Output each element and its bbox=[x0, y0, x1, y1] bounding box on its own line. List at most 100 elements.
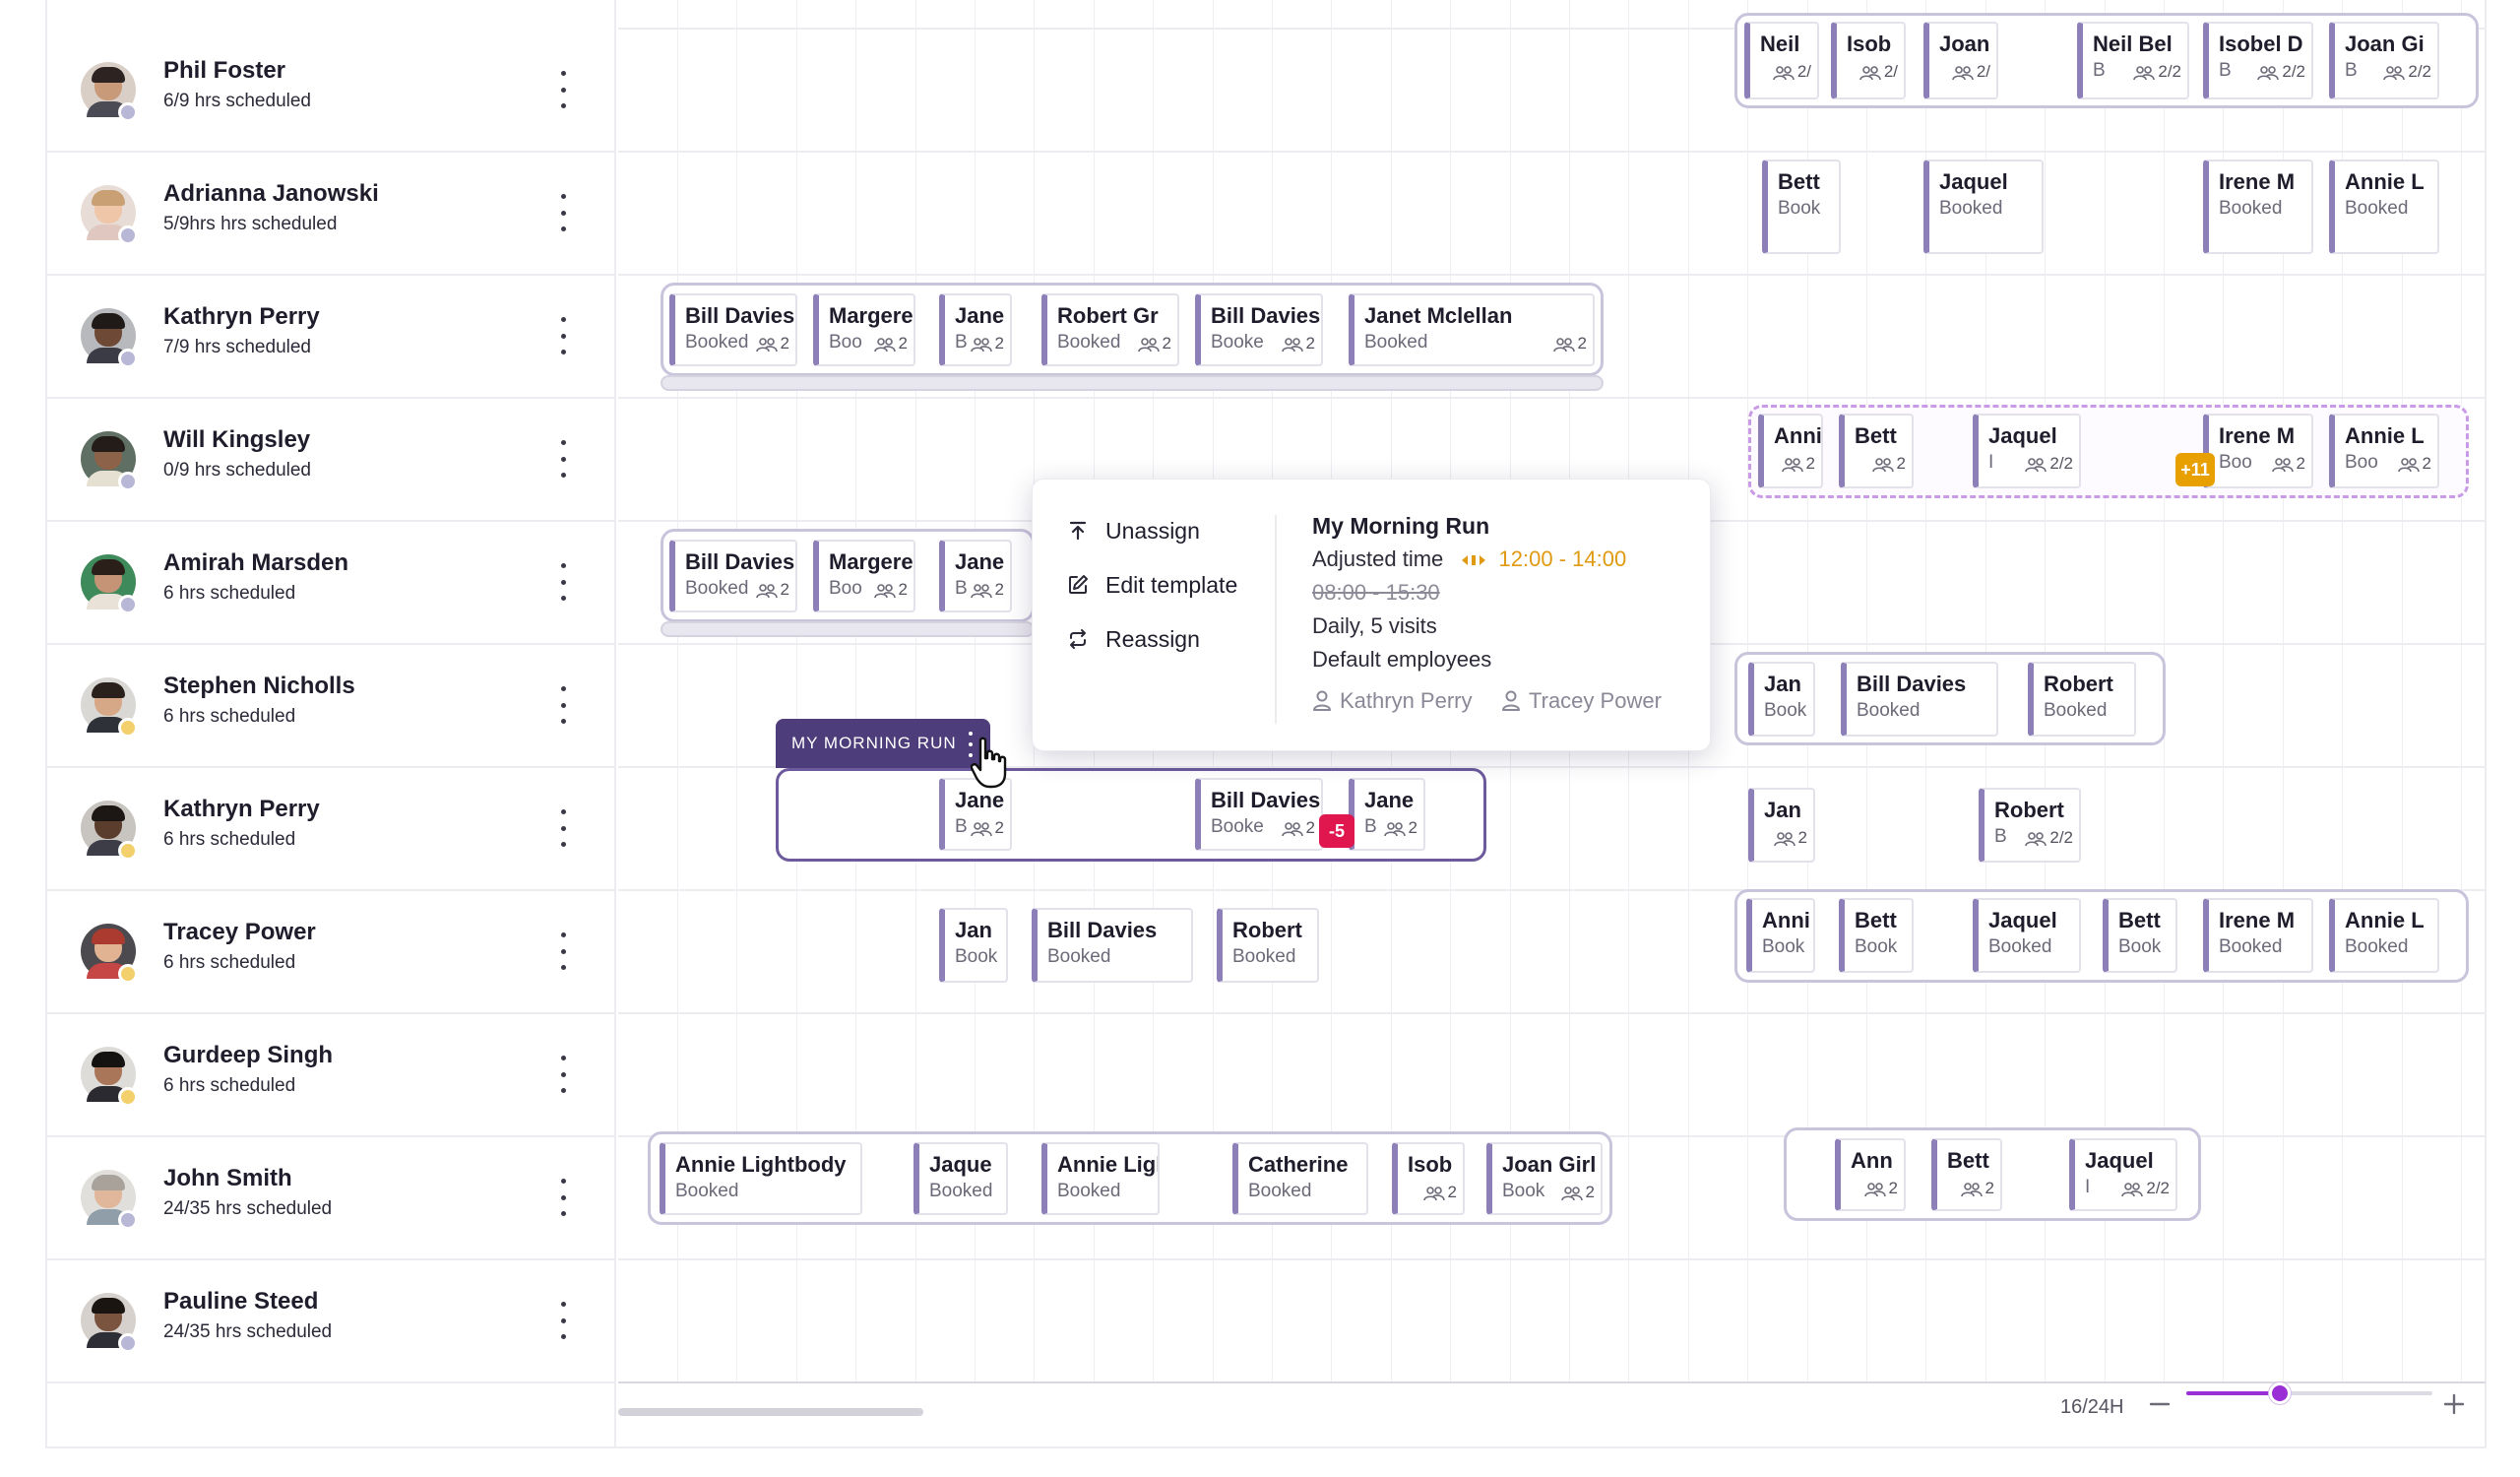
visit-card[interactable]: Bett Book bbox=[1762, 160, 1841, 254]
visit-card[interactable]: Robert Booked bbox=[2028, 662, 2136, 737]
visit-card[interactable]: Jane B 2 bbox=[939, 293, 1012, 366]
visit-card[interactable]: Isob 2/ bbox=[1831, 22, 1906, 99]
frequency: Daily, 5 visits bbox=[1312, 613, 1437, 638]
employee-row[interactable]: John Smith 24/35 hrs scheduled bbox=[45, 1137, 616, 1260]
employee-row[interactable]: Pauline Steed 24/35 hrs scheduled bbox=[45, 1260, 616, 1383]
visit-card[interactable]: Robert Booked bbox=[1217, 908, 1319, 983]
people-icon bbox=[2257, 65, 2280, 80]
unassign-button[interactable]: Unassign bbox=[1066, 513, 1200, 548]
employee-menu-button[interactable] bbox=[553, 1298, 573, 1343]
visit-card[interactable]: Jane B 2 bbox=[1349, 778, 1425, 851]
visit-card[interactable]: Anni Book bbox=[1746, 898, 1815, 973]
visit-card[interactable]: Isobel D B 2/2 bbox=[2203, 22, 2313, 99]
employee-row[interactable]: Gurdeep Singh 6 hrs scheduled bbox=[45, 1014, 616, 1137]
visit-card[interactable]: Annie Ligh Booked bbox=[1041, 1142, 1160, 1215]
people-icon bbox=[1773, 831, 1796, 846]
default-employee[interactable]: Tracey Power bbox=[1501, 688, 1662, 714]
visit-card[interactable]: Jaque Booked bbox=[914, 1142, 1008, 1215]
employee-row[interactable]: Stephen Nicholls 6 hrs scheduled bbox=[45, 645, 616, 768]
visit-card[interactable]: Catherine Booked bbox=[1232, 1142, 1368, 1215]
visit-card[interactable]: Bill Davies Booked bbox=[1841, 662, 1998, 737]
visit-card[interactable]: Joan 2/ bbox=[1923, 22, 1998, 99]
visit-card[interactable]: Annie Lightbody Booked bbox=[660, 1142, 862, 1215]
employee-row[interactable]: Kathryn Perry 7/9 hrs scheduled bbox=[45, 276, 616, 399]
employee-row[interactable]: Will Kingsley 0/9 hrs scheduled bbox=[45, 399, 616, 522]
employee-menu-button[interactable] bbox=[553, 805, 573, 851]
visit-card[interactable]: Annie L Booked bbox=[2329, 160, 2439, 254]
visit-card[interactable]: Irene M Boo 2 bbox=[2203, 414, 2313, 488]
visit-card[interactable]: Jaquel I 2/2 bbox=[2069, 1138, 2177, 1211]
visit-card[interactable]: Joan Girl Book 2 bbox=[1486, 1142, 1603, 1215]
visit-card[interactable]: Jan Book bbox=[939, 908, 1008, 983]
status-dot bbox=[118, 841, 138, 861]
employee-menu-button[interactable] bbox=[553, 436, 573, 482]
visit-card[interactable]: Bett Book bbox=[2103, 898, 2177, 973]
status-dot bbox=[118, 225, 138, 245]
visit-card[interactable]: Bill Davies Booked 2 bbox=[669, 540, 797, 612]
people-icon bbox=[2025, 831, 2048, 846]
visit-card[interactable]: Jane B 2 bbox=[939, 540, 1012, 612]
visit-card[interactable]: Bill Davies Booked 2 bbox=[669, 293, 797, 366]
visit-card[interactable]: Margere Boo 2 bbox=[813, 540, 915, 612]
zoom-slider[interactable] bbox=[2186, 1382, 2432, 1404]
run-label[interactable]: MY MORNING RUN bbox=[776, 719, 990, 768]
default-employee[interactable]: Kathryn Perry bbox=[1312, 688, 1473, 714]
employee-row[interactable]: Amirah Marsden 6 hrs scheduled bbox=[45, 522, 616, 645]
visit-card[interactable]: Ann 2 bbox=[1835, 1138, 1906, 1211]
visit-card[interactable]: Jan 2 bbox=[1748, 788, 1815, 863]
visit-card[interactable]: Jaquel Booked bbox=[1923, 160, 2044, 254]
run-popup: Unassign Edit template Reassign My Morni… bbox=[1032, 479, 1711, 751]
plus-icon bbox=[2443, 1393, 2465, 1415]
reassign-button[interactable]: Reassign bbox=[1066, 621, 1200, 657]
edit-template-button[interactable]: Edit template bbox=[1066, 567, 1237, 603]
employee-row[interactable]: Phil Foster 6/9 hrs scheduled bbox=[45, 30, 616, 153]
people-icon bbox=[2271, 457, 2294, 472]
employee-menu-button[interactable] bbox=[553, 559, 573, 605]
visit-card[interactable]: Irene M Booked bbox=[2203, 160, 2313, 254]
visit-card[interactable]: Annie L Boo 2 bbox=[2329, 414, 2439, 488]
visit-card[interactable]: Isob 2 bbox=[1392, 1142, 1465, 1215]
visit-card[interactable]: Bill Davies Booked bbox=[1032, 908, 1193, 983]
status-dot bbox=[118, 718, 138, 738]
visit-card[interactable]: Bett 2 bbox=[1839, 414, 1914, 488]
employee-menu-button[interactable] bbox=[553, 1052, 573, 1097]
employee-menu-button[interactable] bbox=[553, 682, 573, 728]
visit-card[interactable]: Bett 2 bbox=[1931, 1138, 2002, 1211]
employee-row[interactable]: Kathryn Perry 6 hrs scheduled bbox=[45, 768, 616, 891]
horizontal-scrollbar[interactable] bbox=[618, 1408, 923, 1416]
visit-card[interactable]: Irene M Booked bbox=[2203, 898, 2313, 973]
zoom-out-button[interactable] bbox=[2146, 1390, 2174, 1418]
grid-row-line bbox=[618, 274, 2486, 276]
visit-card[interactable]: Jaquel Booked bbox=[1973, 898, 2081, 973]
visit-card[interactable]: Robert Gr Booked 2 bbox=[1041, 293, 1179, 366]
zoom-slider-thumb[interactable] bbox=[2269, 1382, 2291, 1404]
shift-scroll-strip[interactable] bbox=[661, 375, 1604, 391]
visit-card[interactable]: Margere Boo 2 bbox=[813, 293, 915, 366]
visit-card[interactable]: Joan Gi B 2/2 bbox=[2329, 22, 2439, 99]
shift-scroll-strip[interactable] bbox=[661, 621, 1035, 637]
employee-menu-button[interactable] bbox=[553, 1175, 573, 1220]
visit-card[interactable]: Annie L Booked bbox=[2329, 898, 2439, 973]
visit-card[interactable]: Janet Mclellan Booked 2 bbox=[1349, 293, 1595, 366]
visit-card[interactable]: Bett Book bbox=[1839, 898, 1914, 973]
people-icon bbox=[2397, 457, 2420, 472]
visit-card[interactable]: Anni 2 bbox=[1758, 414, 1823, 488]
visit-card[interactable]: Bill Davies Booke 2 bbox=[1195, 293, 1323, 366]
visit-card[interactable]: Neil 2/ bbox=[1744, 22, 1819, 99]
visit-card[interactable]: Jan Book bbox=[1748, 662, 1815, 737]
employee-menu-button[interactable] bbox=[553, 67, 573, 112]
employee-row[interactable]: Tracey Power 6 hrs scheduled bbox=[45, 891, 616, 1014]
employee-menu-button[interactable] bbox=[553, 190, 573, 235]
employee-row[interactable]: Adrianna Janowski 5/9hrs hrs scheduled bbox=[45, 153, 616, 276]
zoom-in-button[interactable] bbox=[2440, 1390, 2468, 1418]
employee-menu-button[interactable] bbox=[553, 313, 573, 358]
employee-menu-button[interactable] bbox=[553, 929, 573, 974]
negative-badge[interactable]: -5 bbox=[1319, 814, 1354, 848]
visit-card[interactable]: Robert B 2/2 bbox=[1979, 788, 2081, 863]
visit-card[interactable]: Neil Bel B 2/2 bbox=[2077, 22, 2189, 99]
visit-card[interactable]: Bill Davies Booke 2 bbox=[1195, 778, 1323, 851]
overflow-badge[interactable]: +11 bbox=[2175, 453, 2215, 486]
visit-card[interactable]: Jaquel I 2/2 bbox=[1973, 414, 2081, 488]
employee-name: Pauline Steed bbox=[163, 1288, 319, 1315]
action-label: Reassign bbox=[1105, 625, 1200, 652]
